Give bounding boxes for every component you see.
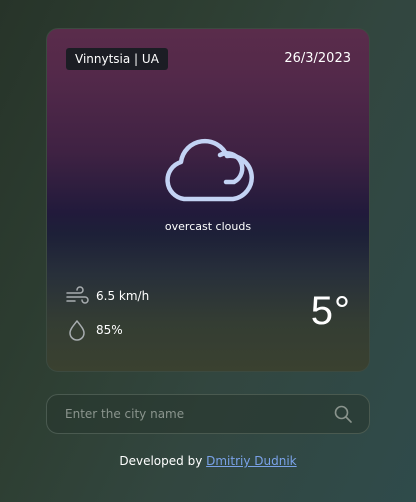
weather-card: Vinnytsia | UA 26/3/2023 overcast clouds…: [46, 28, 370, 372]
wind-speed: 6.5 km/h: [96, 289, 150, 303]
humidity-row: 85%: [64, 318, 123, 342]
footer: Developed by Dmitriy Dudnik: [0, 454, 416, 468]
city-search-input[interactable]: [47, 394, 323, 434]
city-search-bar: [46, 394, 370, 434]
wind-row: 6.5 km/h: [64, 284, 149, 308]
location-badge: Vinnytsia | UA: [66, 48, 168, 70]
humidity-value: 85%: [96, 323, 123, 337]
search-icon[interactable]: [323, 395, 363, 433]
wind-icon: [64, 284, 90, 308]
author-link[interactable]: Dmitriy Dudnik: [206, 454, 297, 468]
weather-description: overcast clouds: [164, 220, 252, 233]
date-label: 26/3/2023: [284, 51, 351, 66]
footer-prefix: Developed by: [119, 454, 203, 468]
cloud-icon: [160, 113, 256, 209]
temperature-value: 5°: [310, 289, 351, 333]
droplet-icon: [64, 318, 90, 342]
